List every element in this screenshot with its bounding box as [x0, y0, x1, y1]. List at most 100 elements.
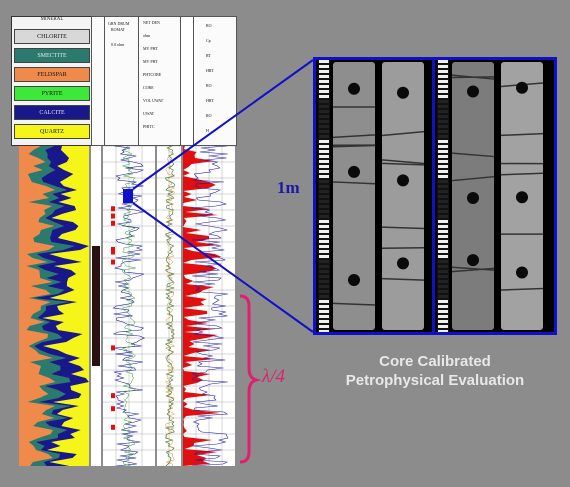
ruler-tick — [438, 90, 448, 93]
core-divider — [432, 60, 435, 332]
ruler-tick — [438, 250, 448, 253]
ruler-tick — [438, 135, 448, 138]
core-plug-hole — [397, 86, 409, 99]
zoom-line-top — [132, 59, 314, 190]
ruler-tick — [319, 230, 329, 233]
core-segment — [333, 62, 375, 330]
ruler-tick — [319, 200, 329, 203]
ruler-tick — [438, 200, 448, 203]
ruler-tick — [319, 235, 329, 238]
ruler-tick — [438, 145, 448, 148]
ruler-tick — [438, 315, 448, 318]
ruler-tick — [319, 75, 329, 78]
ruler-tick — [438, 305, 448, 308]
ruler-tick — [319, 290, 329, 293]
ruler-tick — [438, 185, 448, 188]
ruler-tick — [438, 110, 448, 113]
core-plug-hole — [348, 274, 360, 287]
ruler-tick — [319, 205, 329, 208]
ruler-tick — [319, 155, 329, 158]
ruler-tick — [319, 245, 329, 248]
ruler-tick — [438, 235, 448, 238]
ruler-tick — [438, 85, 448, 88]
ruler-tick — [319, 65, 329, 68]
ruler-tick — [438, 190, 448, 193]
ruler-tick — [438, 220, 448, 223]
ruler-tick — [319, 100, 329, 103]
ruler-tick — [438, 95, 448, 98]
ruler-tick — [319, 225, 329, 228]
ruler-tick — [438, 230, 448, 233]
zoom-line-bottom — [132, 202, 314, 333]
ruler-tick — [319, 210, 329, 213]
ruler-tick — [319, 315, 329, 318]
lambda-label: λ/4 — [262, 366, 286, 387]
lambda-brace — [239, 294, 262, 464]
ruler-tick — [438, 270, 448, 273]
ruler-tick — [438, 80, 448, 83]
ruler-tick — [319, 190, 329, 193]
core-plug-hole — [397, 257, 409, 270]
ruler-tick — [319, 325, 329, 328]
ruler-tick — [319, 295, 329, 298]
ruler-tick — [319, 175, 329, 178]
ruler-tick — [319, 275, 329, 278]
ruler-tick — [438, 155, 448, 158]
core-plug-hole — [348, 82, 360, 95]
core-plug-hole — [467, 85, 479, 98]
core-fracture — [381, 247, 425, 250]
ruler-tick — [319, 280, 329, 283]
ruler-tick — [319, 135, 329, 138]
ruler-tick — [319, 330, 329, 333]
ruler-tick — [319, 60, 329, 63]
ruler-tick — [319, 220, 329, 223]
ruler-tick — [319, 105, 329, 108]
ruler-tick — [438, 120, 448, 123]
core-plug-hole — [348, 165, 360, 178]
ruler-tick — [438, 225, 448, 228]
core-plug-hole — [516, 81, 528, 94]
ruler-tick — [319, 320, 329, 323]
ruler-tick — [438, 165, 448, 168]
ruler-tick — [319, 95, 329, 98]
ruler-tick — [319, 255, 329, 258]
core-plug-hole — [467, 254, 479, 267]
scale-label: 1m — [277, 178, 300, 197]
core-segment — [382, 62, 424, 330]
ruler-tick — [438, 75, 448, 78]
core-plug-hole — [397, 174, 409, 187]
ruler-tick — [438, 255, 448, 258]
ruler-tick — [438, 320, 448, 323]
sample-marker — [123, 189, 133, 203]
ruler-tick — [438, 60, 448, 63]
ruler-tick — [438, 150, 448, 153]
ruler-tick — [319, 130, 329, 133]
ruler-tick — [319, 110, 329, 113]
ruler-tick — [438, 100, 448, 103]
ruler-tick — [438, 240, 448, 243]
ruler-tick — [438, 195, 448, 198]
caption-line-2: Petrophysical Evaluation — [345, 372, 525, 389]
ruler-tick — [319, 195, 329, 198]
core-photo — [313, 57, 557, 335]
ruler-tick — [319, 180, 329, 183]
ruler-tick — [319, 145, 329, 148]
ruler-tick — [438, 70, 448, 73]
ruler-tick — [319, 305, 329, 308]
ruler-tick — [319, 270, 329, 273]
ruler-tick — [319, 120, 329, 123]
core-plug-hole — [516, 266, 528, 279]
ruler-tick — [438, 330, 448, 333]
ruler-tick — [319, 240, 329, 243]
ruler-tick — [438, 180, 448, 183]
ruler-tick — [319, 310, 329, 313]
ruler-tick — [438, 105, 448, 108]
core-plug-hole — [516, 191, 528, 204]
ruler-tick — [438, 260, 448, 263]
ruler-tick — [438, 275, 448, 278]
ruler-tick — [438, 290, 448, 293]
ruler-tick — [319, 285, 329, 288]
ruler-tick — [438, 130, 448, 133]
ruler-tick — [438, 210, 448, 213]
ruler-tick — [319, 265, 329, 268]
